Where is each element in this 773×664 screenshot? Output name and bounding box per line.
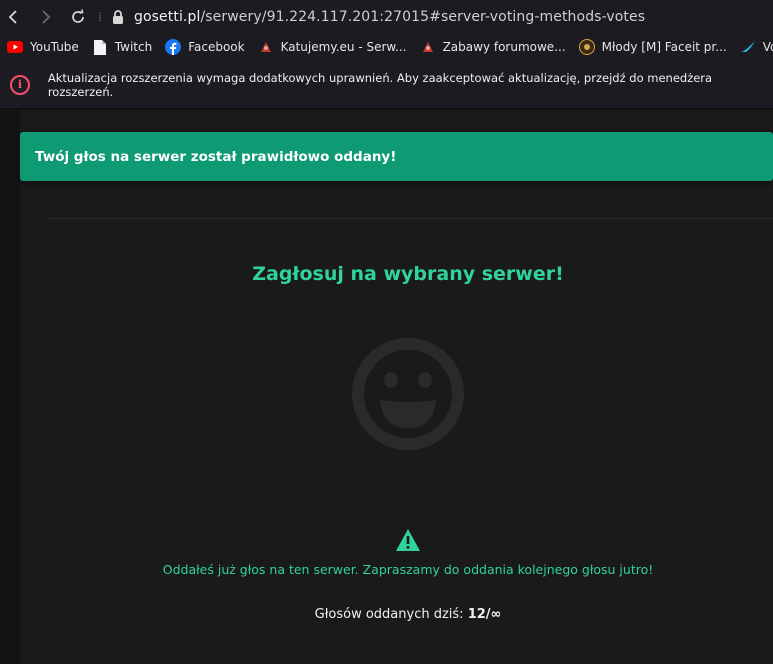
bird-icon <box>740 39 756 55</box>
bookmark-twitch[interactable]: Twitch <box>92 39 152 55</box>
bookmark-label: Facebook <box>188 40 245 54</box>
forward-icon[interactable] <box>32 3 60 31</box>
url-host: gosetti.pl <box>134 8 201 25</box>
bookmark-label: Katujemy.eu - Serw... <box>280 40 407 54</box>
success-toast[interactable]: Twój głos na serwer został prawidłowo od… <box>20 132 773 181</box>
bookmark-youtube[interactable]: YouTube <box>7 39 79 55</box>
bookmark-katujemy[interactable]: Katujemy.eu - Serw... <box>258 39 407 55</box>
bookmark-voopoo[interactable]: Voopoo coi <box>740 39 773 55</box>
info-icon: i <box>10 74 30 95</box>
votes-today: Głosów oddanych dziś: 12/∞ <box>0 607 773 622</box>
site-favicon <box>578 39 595 55</box>
already-voted-notice: Oddałeś już głos na ten serwer. Zaprasza… <box>162 562 654 577</box>
youtube-icon <box>7 39 23 55</box>
bookmark-facebook[interactable]: Facebook <box>165 39 245 55</box>
address-bar[interactable]: gosetti.pl/serwery/91.224.117.201:27015#… <box>134 9 645 25</box>
bookmarks-bar: YouTube Twitch Facebook Katujemy.eu - Se… <box>0 33 773 61</box>
site-favicon <box>258 39 274 55</box>
divider <box>46 218 773 219</box>
bookmark-mlody-faceit[interactable]: Młody [M] Faceit pr... <box>578 39 727 55</box>
reload-icon[interactable] <box>64 3 92 31</box>
warning-icon <box>395 528 421 552</box>
infobar-message: Aktualizacja rozszerzenia wymaga dodatko… <box>47 70 713 99</box>
bookmark-label: Zabawy forumowe... <box>442 40 566 54</box>
facebook-icon <box>165 39 182 55</box>
extension-update-infobar: i Aktualizacja rozszerzenia wymaga dodat… <box>0 61 773 109</box>
toast-message: Twój głos na serwer został prawidłowo od… <box>35 148 397 165</box>
url-path: /serwery/91.224.117.201:27015#server-vot… <box>200 8 646 25</box>
document-icon <box>92 39 108 55</box>
browser-toolbar: ⁞ gosetti.pl/serwery/91.224.117.201:2701… <box>0 0 773 33</box>
smiley-icon <box>350 336 466 452</box>
bookmark-label: YouTube <box>30 40 79 54</box>
bookmark-label: Twitch <box>114 40 153 54</box>
back-icon[interactable] <box>0 3 28 31</box>
bookmark-label: Młody [M] Faceit pr... <box>601 40 727 54</box>
votes-value: 12/∞ <box>467 607 502 622</box>
voting-heading: Zagłosuj na wybrany serwer! <box>252 263 564 285</box>
separator: ⁞ <box>98 9 102 24</box>
bookmark-label: Voopoo coi <box>762 40 773 54</box>
bookmark-zabawy[interactable]: Zabawy forumowe... <box>420 39 566 55</box>
lock-icon[interactable] <box>106 9 130 24</box>
votes-label: Głosów oddanych dziś: <box>314 607 468 622</box>
site-favicon <box>420 39 436 55</box>
